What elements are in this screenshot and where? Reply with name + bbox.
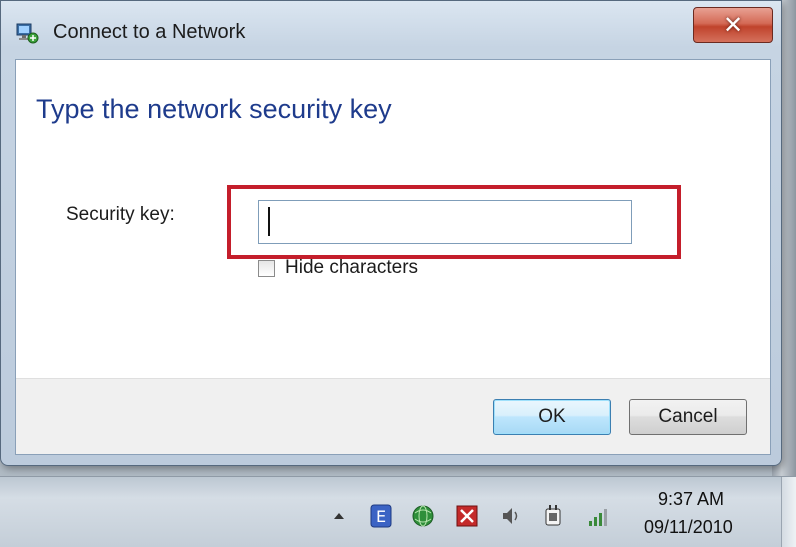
svg-text:E: E xyxy=(376,507,386,526)
hide-characters-label[interactable]: Hide characters xyxy=(285,257,418,279)
page-title: Type the network security key xyxy=(36,94,392,124)
e-app-icon[interactable]: E xyxy=(368,503,394,529)
cancel-button[interactable]: Cancel xyxy=(629,399,747,435)
power-plug-icon[interactable] xyxy=(540,503,566,529)
clock-date[interactable]: 09/11/2010 xyxy=(644,517,733,538)
window-title: Connect to a Network xyxy=(53,21,246,43)
network-icon xyxy=(15,21,39,45)
close-button[interactable]: ✕ xyxy=(693,7,773,43)
network-globe-icon[interactable] xyxy=(410,503,436,529)
security-key-input[interactable] xyxy=(258,200,632,244)
show-hidden-icons-arrow[interactable] xyxy=(326,503,352,529)
security-key-label: Security key: xyxy=(66,204,175,225)
dialog-content: Type the network security key Security k… xyxy=(15,59,771,455)
connect-network-dialog: Connect to a Network ✕ Type the network … xyxy=(0,0,782,466)
show-desktop-button[interactable] xyxy=(781,477,796,547)
title-bar[interactable]: Connect to a Network ✕ xyxy=(1,1,781,59)
hide-characters-checkbox[interactable] xyxy=(258,260,275,277)
antivirus-shield-icon[interactable] xyxy=(454,503,480,529)
clock-time[interactable]: 9:37 AM xyxy=(658,489,724,510)
ok-button[interactable]: OK xyxy=(493,399,611,435)
volume-icon[interactable] xyxy=(498,503,524,529)
text-caret xyxy=(268,207,270,236)
wireless-signal-icon[interactable] xyxy=(586,503,612,529)
close-icon: ✕ xyxy=(722,11,744,39)
button-bar: OK Cancel xyxy=(16,378,770,454)
taskbar: E 9:37 AM 09/11/2010 xyxy=(0,476,796,547)
